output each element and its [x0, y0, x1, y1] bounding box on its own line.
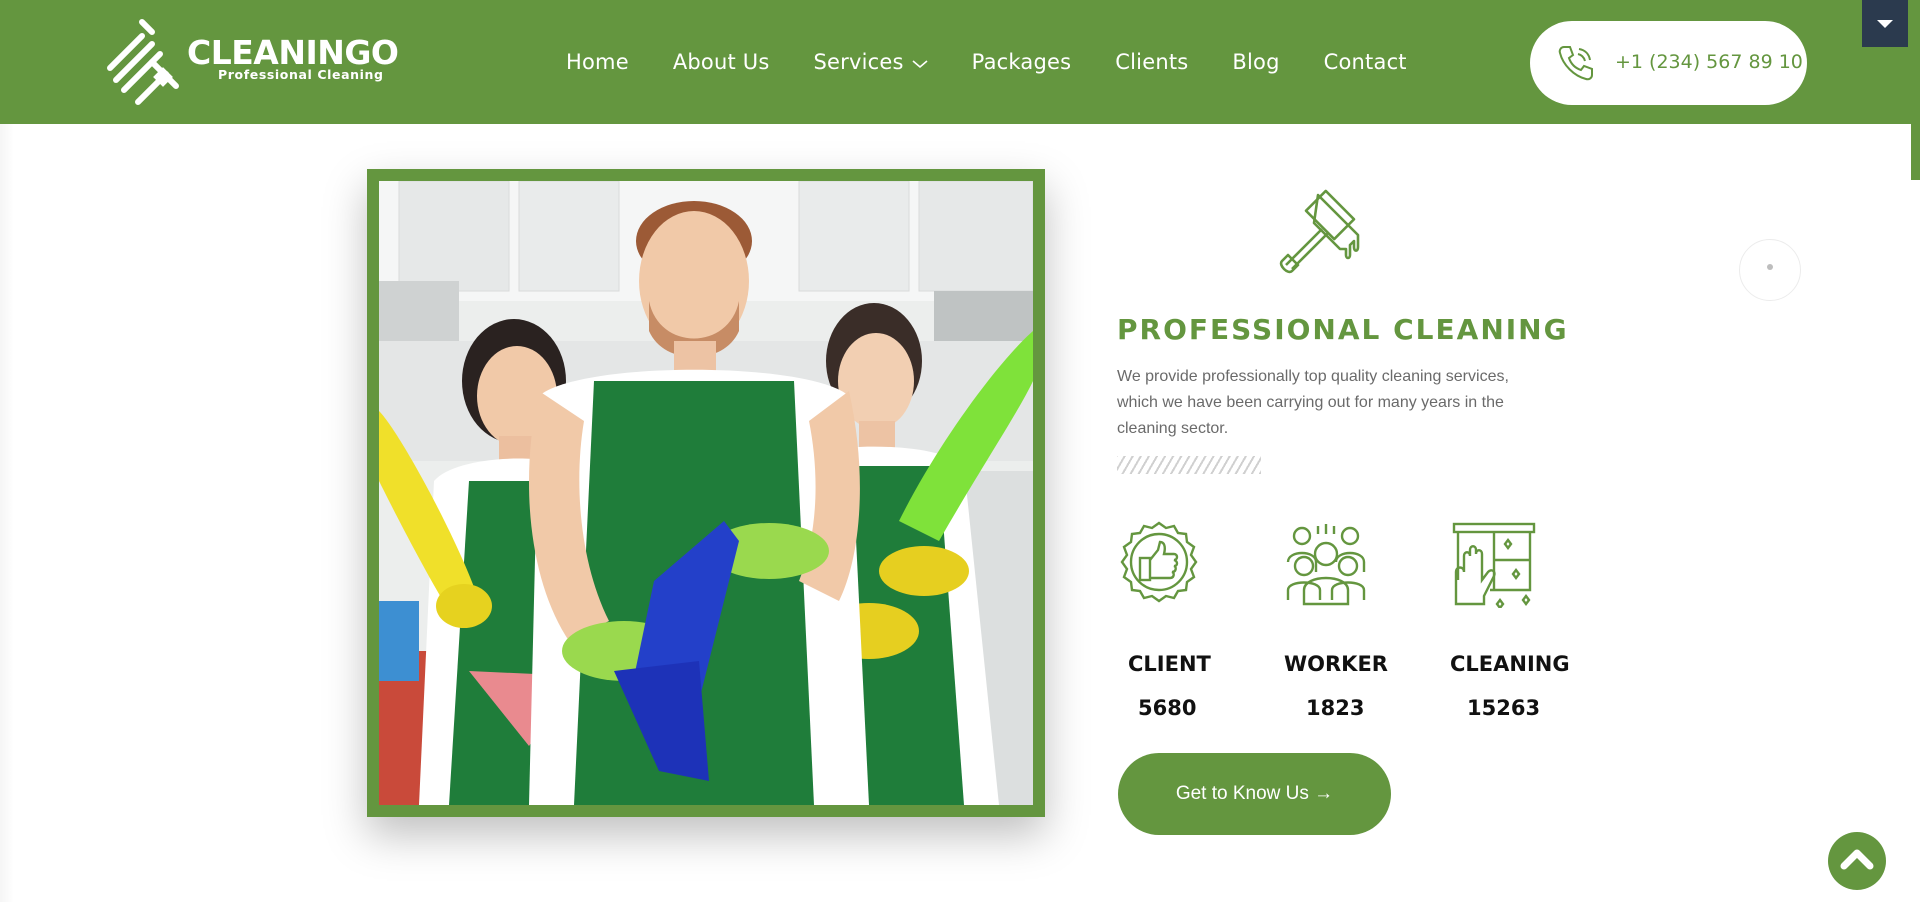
glove-cleaning-icon: [1452, 522, 1536, 610]
back-to-top-button[interactable]: [1828, 832, 1886, 890]
panel-toggle-button[interactable]: [1862, 0, 1908, 47]
section-title: PROFESSIONAL CLEANING: [1117, 313, 1569, 346]
stat-value: 1823: [1306, 696, 1365, 720]
brand-logo[interactable]: CLEANINGO Professional Cleaning: [104, 18, 399, 106]
stat-label: WORKER: [1284, 652, 1388, 676]
brand-name: CLEANINGO: [187, 33, 399, 72]
stat-label: CLIENT: [1128, 652, 1211, 676]
nav-item-packages[interactable]: Packages: [972, 50, 1072, 74]
stat-value: 15263: [1467, 696, 1541, 720]
caret-down-icon: [1877, 20, 1893, 28]
nav-label: Services: [813, 50, 904, 74]
chevron-down-icon: [912, 50, 928, 74]
site-header: CLEANINGO Professional Cleaning Home Abo…: [0, 0, 1920, 124]
dot-icon: [1767, 264, 1773, 270]
nav-label: Contact: [1323, 50, 1407, 74]
nav-item-clients[interactable]: Clients: [1115, 50, 1188, 74]
nav-item-home[interactable]: Home: [566, 50, 629, 74]
phone-number: +1 (234) 567 89 10: [1615, 51, 1803, 73]
thumbs-up-badge-icon: [1120, 521, 1198, 603]
page-edge-shadow: [0, 124, 14, 902]
nav-item-about[interactable]: About Us: [673, 50, 770, 74]
stat-cleaning: CLEANING 15263: [1450, 520, 1570, 720]
nav-label: Clients: [1115, 50, 1189, 74]
stat-value: 5680: [1138, 696, 1197, 720]
squeegee-icon: [1274, 189, 1364, 284]
scrollbar-track[interactable]: [1911, 0, 1920, 100]
scrollbar-thumb[interactable]: [1911, 100, 1920, 180]
nav-item-services[interactable]: Services: [814, 50, 928, 74]
decorative-stripes: [1117, 456, 1261, 474]
nav-label: Blog: [1232, 50, 1280, 74]
stat-client: CLIENT 5680: [1116, 520, 1211, 720]
team-icon: [1286, 524, 1366, 606]
floating-circle-button[interactable]: [1739, 239, 1801, 301]
stat-label: CLEANING: [1450, 652, 1570, 676]
phone-button[interactable]: +1 (234) 567 89 10: [1530, 21, 1807, 105]
stat-worker: WORKER 1823: [1282, 520, 1388, 720]
nav-item-blog[interactable]: Blog: [1232, 50, 1279, 74]
nav-label: About Us: [672, 50, 770, 74]
get-to-know-us-button[interactable]: Get to Know Us →: [1118, 753, 1391, 835]
main-nav: Home About Us Services Packages Clients …: [566, 0, 1451, 124]
chevron-up-icon: [1840, 849, 1874, 870]
section-description: We provide professionally top quality cl…: [1117, 368, 1509, 437]
squeegee-logo-icon: [107, 19, 179, 105]
nav-label: Home: [566, 50, 629, 74]
nav-item-contact[interactable]: Contact: [1324, 50, 1407, 74]
nav-label: Packages: [971, 50, 1072, 74]
cleaning-team-illustration: [379, 181, 1033, 805]
team-photo: [379, 181, 1033, 805]
team-photo-frame: [367, 169, 1045, 817]
phone-icon: [1558, 46, 1593, 81]
brand-tagline: Professional Cleaning: [218, 67, 384, 82]
